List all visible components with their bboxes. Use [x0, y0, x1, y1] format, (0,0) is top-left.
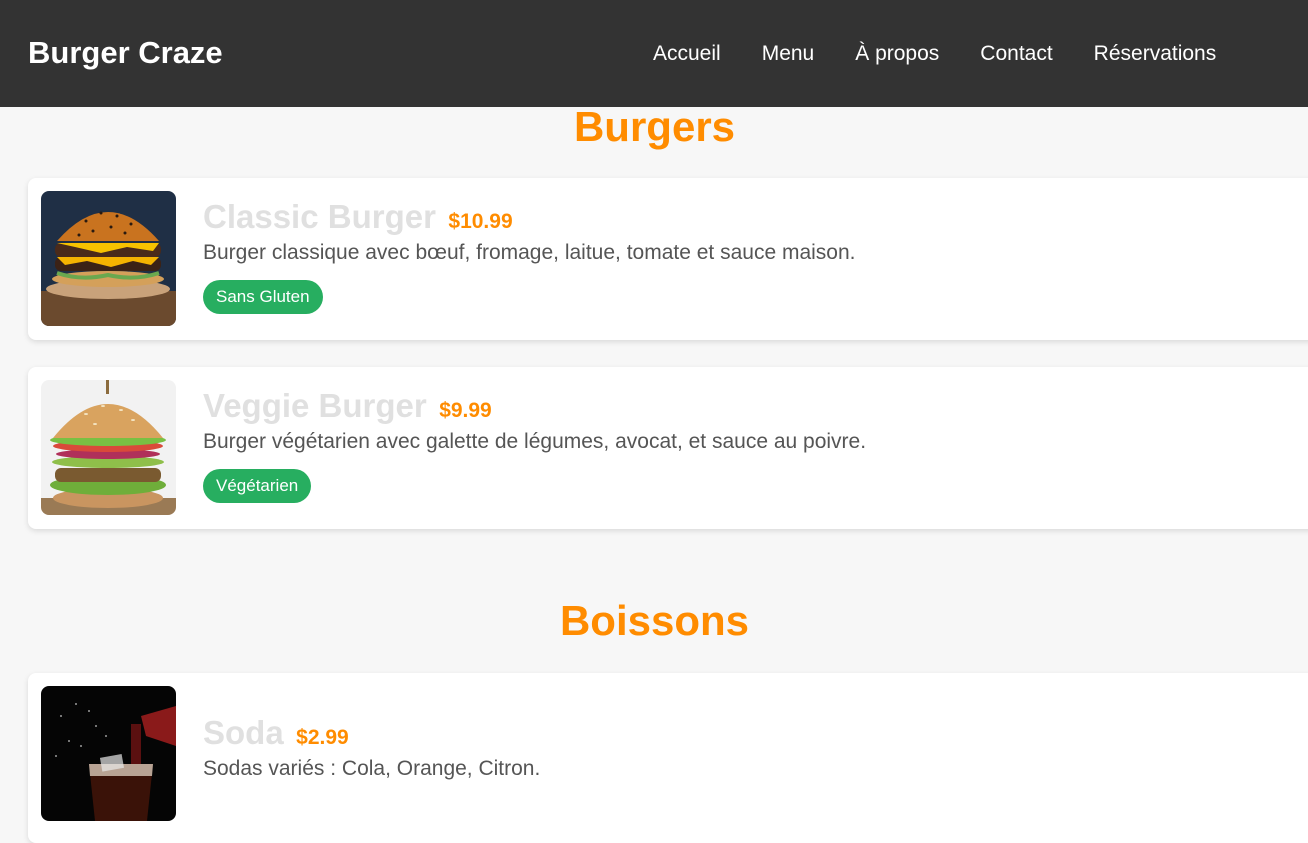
classic-burger-photo: [41, 191, 176, 326]
main-nav: Accueil Menu À propos Contact Réservatio…: [653, 40, 1257, 68]
nav-link-a-propos[interactable]: À propos: [855, 40, 939, 68]
item-price: $10.99: [448, 210, 513, 233]
dietary-badge: Sans Gluten: [203, 280, 323, 314]
item-description: Burger classique avec bœuf, fromage, lai…: [203, 241, 856, 264]
item-name: Veggie Burger: [203, 387, 427, 424]
nav-link-reservations[interactable]: Réservations: [1094, 40, 1217, 68]
menu-item-card: Soda $2.99 Sodas variés : Cola, Orange, …: [28, 673, 1308, 843]
item-name: Classic Burger: [203, 198, 436, 235]
nav-link-contact[interactable]: Contact: [980, 40, 1052, 68]
soda-photo: [41, 686, 176, 821]
item-price: $2.99: [296, 726, 349, 749]
item-info: Soda $2.99 Sodas variés : Cola, Orange, …: [203, 713, 540, 783]
item-name: Soda: [203, 714, 284, 751]
section-title-boissons: Boissons: [559, 597, 750, 644]
item-info: Classic Burger $10.99 Burger classique a…: [203, 197, 856, 314]
item-description: Burger végétarien avec galette de légume…: [203, 430, 867, 453]
nav-link-menu[interactable]: Menu: [762, 40, 815, 68]
top-navbar: Burger Craze Accueil Menu À propos Conta…: [0, 0, 1308, 107]
menu-item-card: Classic Burger $10.99 Burger classique a…: [28, 178, 1308, 340]
nav-link-accueil[interactable]: Accueil: [653, 40, 721, 68]
veggie-burger-photo: [41, 380, 176, 515]
dietary-badge: Végétarien: [203, 469, 312, 503]
menu-item-card: Veggie Burger $9.99 Burger végétarien av…: [28, 367, 1308, 529]
item-description: Sodas variés : Cola, Orange, Citron.: [203, 757, 541, 780]
section-title-burgers: Burgers: [573, 103, 736, 150]
item-info: Veggie Burger $9.99 Burger végétarien av…: [203, 386, 866, 503]
brand-logo-link[interactable]: Burger Craze: [28, 34, 223, 72]
item-price: $9.99: [439, 399, 492, 422]
